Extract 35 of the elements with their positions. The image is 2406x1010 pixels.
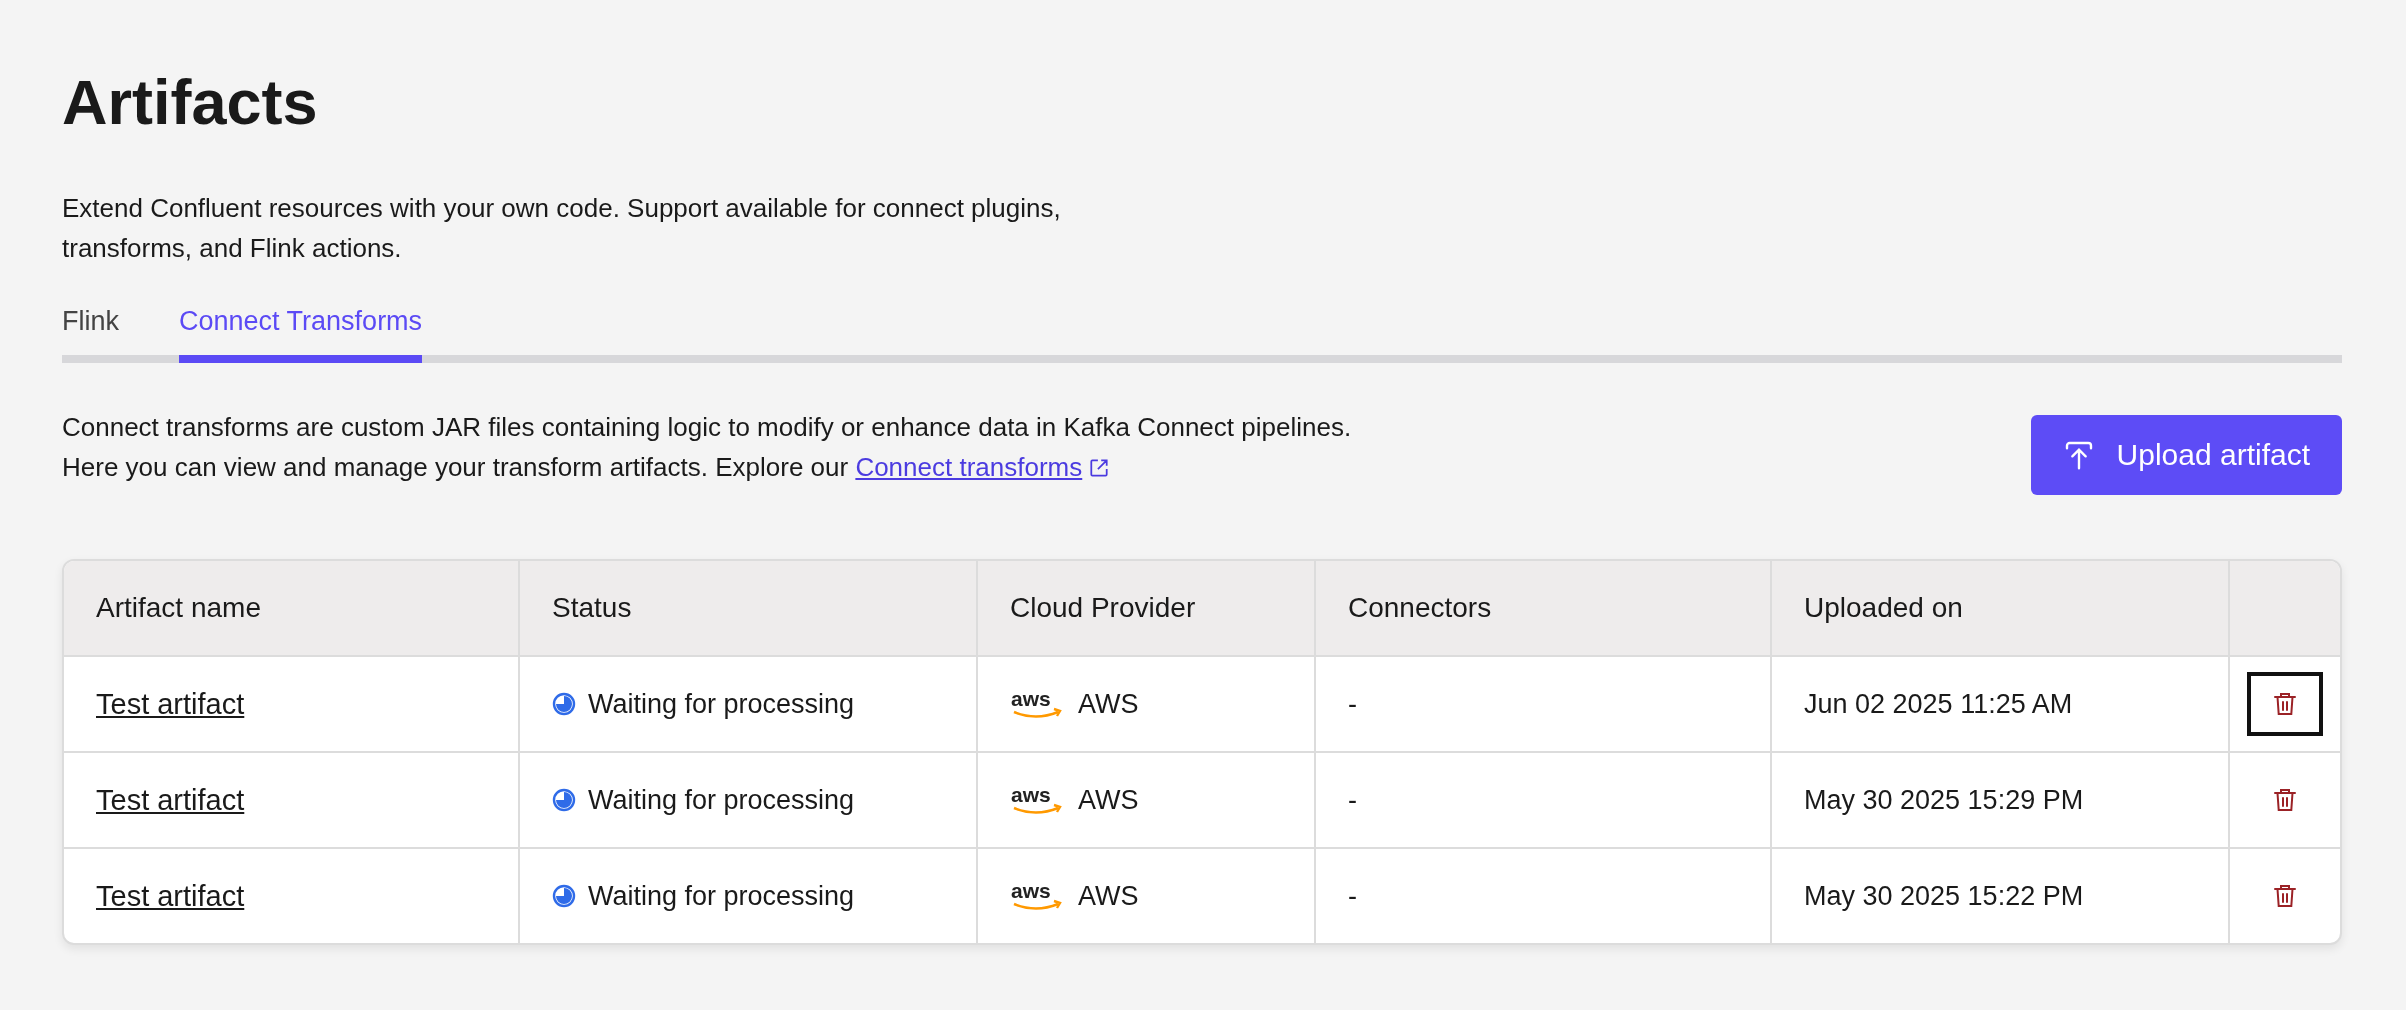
- provider-text: AWS: [1078, 784, 1139, 816]
- connect-transforms-link[interactable]: Connect transforms: [855, 452, 1111, 482]
- table-cell: -: [1315, 752, 1771, 848]
- tab[interactable]: Flink: [62, 306, 119, 363]
- pie-status-icon: [552, 788, 576, 812]
- trash-icon: [2273, 787, 2297, 813]
- pie-status-icon: [552, 692, 576, 716]
- column-header: Uploaded on: [1771, 561, 2229, 656]
- table-cell: -: [1315, 848, 1771, 943]
- tab[interactable]: Connect Transforms: [179, 306, 423, 363]
- trash-icon: [2273, 883, 2297, 909]
- intro-text: Connect transforms are custom JAR files containing logic to modify or enhance data in Kafka Connect pipelines. Here you can view and manage your transform artifacts. Explore our Connect transforms: [62, 411, 1353, 484]
- table-cell: May 30 2025 15:22 PM: [1771, 848, 2229, 943]
- delete-button[interactable]: [2247, 672, 2323, 736]
- column-header: Artifact name: [64, 561, 519, 656]
- status-text: Waiting for processing: [588, 784, 855, 816]
- status-text: Waiting for processing: [588, 880, 855, 912]
- column-header: Connectors: [1315, 561, 1771, 656]
- page-description: Extend Confluent resources with your own code. Support available for connect plugins, transforms, and Flink actions.: [62, 192, 1062, 265]
- table-cell: May 30 2025 15:29 PM: [1771, 752, 2229, 848]
- artifact-link[interactable]: Test artifact: [96, 687, 245, 720]
- external-link-icon: [1088, 457, 1111, 479]
- table-cell: Jun 02 2025 11:25 AM: [1771, 656, 2229, 752]
- column-header: Status: [519, 561, 977, 656]
- provider-text: AWS: [1078, 880, 1139, 912]
- artifact-link[interactable]: Test artifact: [96, 879, 245, 912]
- upload-button[interactable]: Upload artifact: [2030, 415, 2342, 495]
- trash-icon: [2273, 691, 2297, 717]
- table-cell: -: [1315, 656, 1771, 752]
- provider-text: AWS: [1078, 688, 1139, 720]
- pie-status-icon: [552, 884, 576, 908]
- column-header: Cloud Provider: [977, 561, 1315, 656]
- status-text: Waiting for processing: [588, 688, 855, 720]
- artifact-link[interactable]: Test artifact: [96, 783, 245, 816]
- page-title: Artifacts: [62, 66, 319, 139]
